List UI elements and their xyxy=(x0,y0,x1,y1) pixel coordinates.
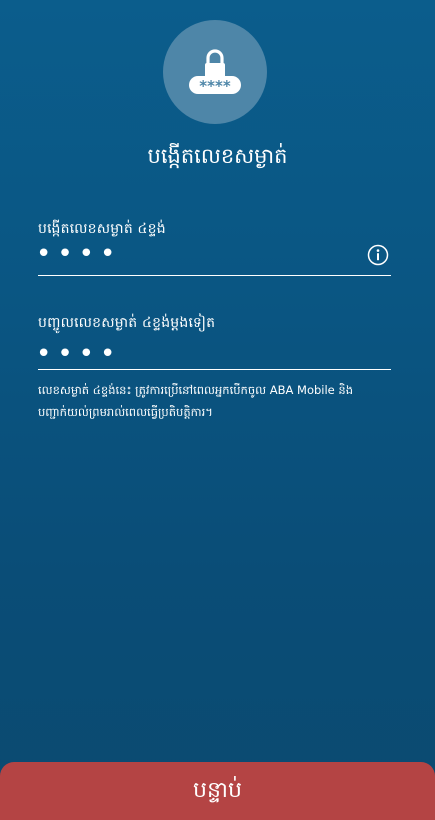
note-line-2: បញ្ជាក់យល់ព្រមរាល់ពេលធ្វើប្រតិបត្តិការ។ xyxy=(38,405,213,419)
confirm-pin-input[interactable] xyxy=(36,341,356,367)
confirm-pin-label: បញ្ចូលលេខសម្ងាត់ ៤ខ្ទង់ម្តងទៀត xyxy=(38,315,216,331)
pin-mask-text: **** xyxy=(199,77,231,95)
lock-pin-icon: **** xyxy=(163,20,267,124)
create-pin-underline xyxy=(38,275,391,276)
pin-usage-note: លេខសម្ងាត់ ៤ខ្ទង់នេះ ត្រូវការប្រើនៅពេលអ្… xyxy=(38,379,388,423)
info-icon[interactable] xyxy=(367,244,389,266)
create-pin-screen: **** បង្កើតលេខសម្ងាត់ បង្កើតលេខសម្ងាត់ ៤… xyxy=(0,0,435,820)
create-pin-label: បង្កើតលេខសម្ងាត់ ៤ខ្ទង់ xyxy=(38,221,166,237)
next-button[interactable]: បន្ទាប់ xyxy=(0,762,435,820)
note-line-1: លេខសម្ងាត់ ៤ខ្ទង់នេះ ត្រូវការប្រើនៅពេលអ្… xyxy=(38,383,354,397)
create-pin-input[interactable] xyxy=(36,241,356,267)
confirm-pin-underline xyxy=(38,369,391,370)
page-title: បង្កើតលេខសម្ងាត់ xyxy=(147,144,288,168)
